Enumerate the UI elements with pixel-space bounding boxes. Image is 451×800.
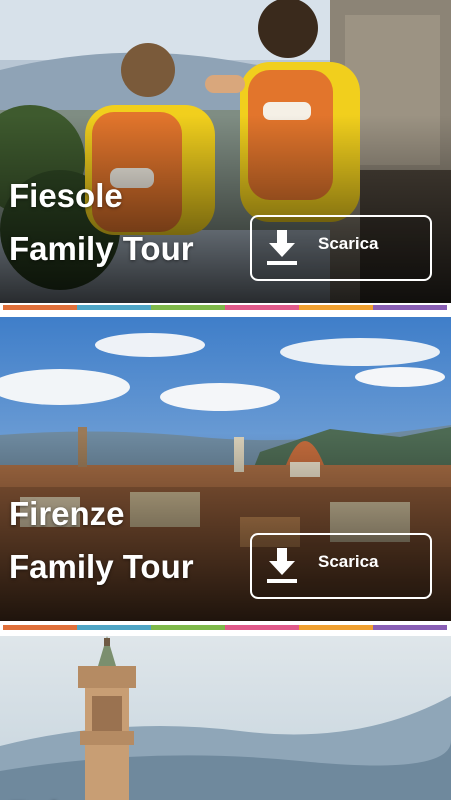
tour-card-fiesole[interactable]: Fiesole Family Tour Scarica: [0, 0, 451, 303]
tour-title-line1: Firenze: [9, 495, 125, 532]
stripe-segment: [225, 625, 299, 630]
tour-title-line2: Family Tour: [9, 548, 194, 585]
tour-card-firenze[interactable]: Firenze Family Tour Scarica: [0, 317, 451, 621]
color-stripe-divider: [3, 305, 447, 310]
stripe-segment: [299, 625, 373, 630]
stripe-segment: [373, 625, 447, 630]
stripe-segment: [77, 305, 151, 310]
stripe-segment: [151, 625, 225, 630]
tour-list: Fiesole Family Tour Scarica Firenze Fami…: [0, 0, 451, 800]
tour-title: Pal: [9, 786, 59, 800]
tour-card-palazzo[interactable]: Pal: [0, 636, 451, 800]
download-icon: [267, 548, 297, 583]
stripe-segment: [77, 625, 151, 630]
download-button[interactable]: Scarica: [250, 533, 432, 599]
color-stripe-divider: [3, 625, 447, 630]
download-button[interactable]: Scarica: [250, 215, 432, 281]
tour-title: Fiesole Family Tour: [9, 169, 194, 275]
tour-title: Firenze Family Tour: [9, 487, 194, 593]
stripe-segment: [299, 305, 373, 310]
stripe-segment: [151, 305, 225, 310]
download-label: Scarica: [318, 552, 379, 571]
stripe-segment: [3, 305, 77, 310]
tour-title-line1: Fiesole: [9, 177, 123, 214]
stripe-segment: [225, 305, 299, 310]
tour-title-line2: Family Tour: [9, 230, 194, 267]
palazzo-photo: [0, 636, 451, 800]
download-label: Scarica: [318, 234, 379, 253]
tour-title-line1: Pal: [9, 786, 59, 800]
stripe-segment: [3, 625, 77, 630]
stripe-segment: [373, 305, 447, 310]
download-icon: [267, 230, 297, 265]
